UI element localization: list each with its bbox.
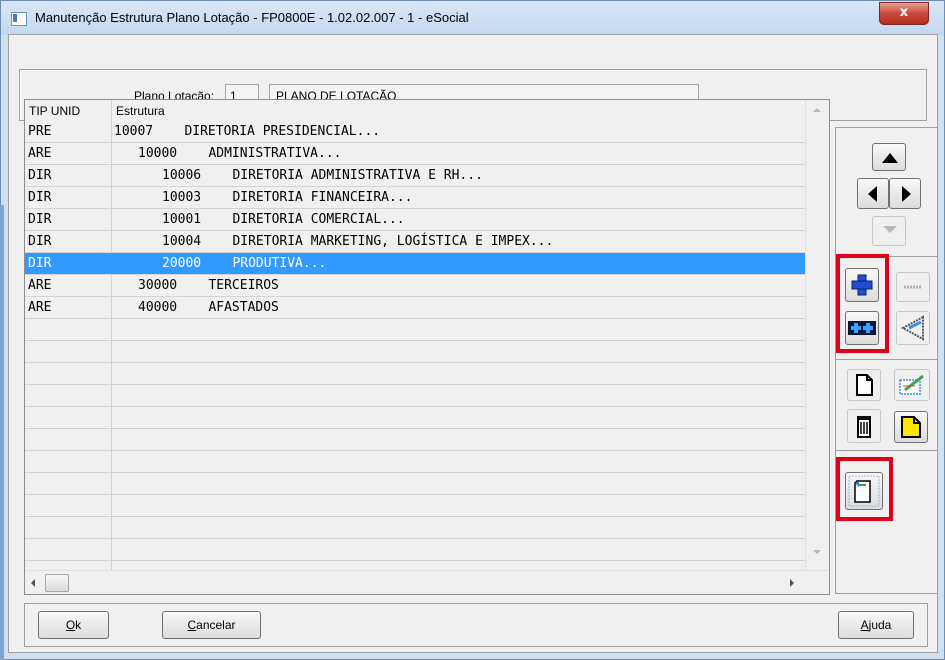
estrutura-cell: 10004 DIRETORIA MARKETING, LOGÍSTICA E I… — [162, 234, 554, 249]
table-row[interactable]: ARE 40000 AFASTADOS — [25, 297, 805, 319]
tip-unid-cell: ARE — [28, 146, 52, 161]
note-button[interactable] — [894, 411, 928, 443]
table-row[interactable]: DIR 10006 DIRETORIA ADMINISTRATIVA E RH..… — [25, 165, 805, 187]
arrow-right-icon — [902, 186, 911, 202]
estrutura-cell: 10000 ADMINISTRATIVA... — [138, 146, 342, 161]
close-icon: x — [899, 5, 909, 20]
scroll-up-icon[interactable] — [813, 108, 821, 112]
edit-document-icon — [899, 374, 924, 395]
vertical-scrollbar[interactable] — [805, 100, 829, 570]
move-left-button[interactable] — [857, 178, 889, 209]
arrow-left-icon — [868, 186, 877, 202]
move-right-button[interactable] — [889, 178, 921, 209]
cancel-accelerator: C — [187, 618, 197, 632]
estrutura-cell: 10006 DIRETORIA ADMINISTRATIVA E RH... — [162, 168, 483, 183]
table-row[interactable] — [25, 407, 805, 429]
toolbar-divider — [836, 359, 938, 360]
app-icon — [11, 12, 27, 26]
tip-unid-cell: DIR — [28, 190, 52, 205]
help-button[interactable]: Ajuda — [838, 611, 914, 639]
ok-label: k — [75, 618, 82, 632]
table-row[interactable] — [25, 363, 805, 385]
edit-triangle-button[interactable] — [896, 311, 930, 345]
tip-unid-cell: ARE — [28, 278, 52, 293]
table-row[interactable]: ARE 10000 ADMINISTRATIVA... — [25, 143, 805, 165]
new-document-icon — [856, 374, 873, 396]
table-row[interactable]: DIR 10003 DIRETORIA FINANCEIRA... — [25, 187, 805, 209]
window-edge — [0, 205, 4, 660]
table-row[interactable] — [25, 385, 805, 407]
arrow-down-icon — [883, 226, 897, 233]
table-row[interactable] — [25, 451, 805, 473]
tip-unid-cell: PRE — [28, 124, 52, 139]
estrutura-cell: 10003 DIRETORIA FINANCEIRA... — [162, 190, 413, 205]
toolbar-divider — [836, 450, 938, 451]
highlight-box-add — [836, 254, 889, 353]
pencil-triangle-icon — [900, 315, 924, 341]
delete-button[interactable] — [847, 409, 881, 443]
table-row[interactable]: PRE 10007 DIRETORIA PRESIDENCIAL... — [25, 121, 805, 143]
yellow-note-icon — [901, 416, 921, 438]
move-up-button[interactable] — [872, 143, 906, 171]
highlight-box-document — [836, 457, 893, 521]
table-row[interactable] — [25, 517, 805, 539]
column-header-estrutura[interactable]: Estrutura — [116, 104, 165, 118]
structure-grid[interactable]: TIP UNID Estrutura PRE 10007 DIRETORIA PR… — [24, 99, 830, 595]
ok-button[interactable]: Ok — [38, 611, 109, 639]
scroll-down-icon[interactable] — [813, 550, 821, 554]
table-row[interactable] — [25, 341, 805, 363]
dotted-line-icon — [904, 285, 922, 289]
title-bar[interactable]: Manutenção Estrutura Plano Lotação - FP0… — [1, 1, 944, 35]
tip-unid-cell: ARE — [28, 300, 52, 315]
ok-accelerator: O — [65, 618, 76, 632]
estrutura-cell: 10001 DIRETORIA COMERCIAL... — [162, 212, 405, 227]
new-document-button[interactable] — [847, 369, 881, 401]
estrutura-cell: 10007 DIRETORIA PRESIDENCIAL... — [114, 124, 381, 139]
table-row[interactable] — [25, 473, 805, 495]
estrutura-cell: 20000 PRODUTIVA... — [162, 256, 327, 271]
cancel-button[interactable]: Cancelar — [162, 611, 261, 639]
window-title: Manutenção Estrutura Plano Lotação - FP0… — [35, 10, 469, 25]
grid-header: TIP UNID Estrutura — [25, 100, 805, 121]
horizontal-scrollbar[interactable] — [25, 570, 829, 594]
estrutura-cell: 40000 AFASTADOS — [138, 300, 279, 315]
disabled-action-button[interactable] — [896, 272, 930, 302]
table-row[interactable] — [25, 495, 805, 517]
help-accelerator: A — [860, 618, 869, 632]
scroll-right-icon[interactable] — [790, 579, 794, 587]
table-row[interactable]: ARE 30000 TERCEIROS — [25, 275, 805, 297]
table-row[interactable] — [25, 319, 805, 341]
move-down-button[interactable] — [872, 216, 906, 246]
column-header-tip-unid[interactable]: TIP UNID — [29, 104, 80, 118]
close-button[interactable]: x — [879, 2, 929, 25]
button-bar — [24, 603, 928, 647]
table-row[interactable] — [25, 429, 805, 451]
tip-unid-cell: DIR — [28, 212, 52, 227]
scroll-thumb[interactable] — [45, 574, 69, 592]
estrutura-cell: 30000 TERCEIROS — [138, 278, 279, 293]
edit-document-button[interactable] — [894, 369, 930, 401]
cancel-label: ancelar — [196, 618, 236, 632]
table-row[interactable]: DIR 10001 DIRETORIA COMERCIAL... — [25, 209, 805, 231]
trash-icon — [857, 416, 871, 438]
grid-rows: PRE 10007 DIRETORIA PRESIDENCIAL... ARE 100… — [25, 121, 805, 594]
table-row[interactable]: DIR 10004 DIRETORIA MARKETING, LOGÍSTICA … — [25, 231, 805, 253]
tip-unid-cell: DIR — [28, 168, 52, 183]
scroll-left-icon[interactable] — [31, 579, 35, 587]
tip-unid-cell: DIR — [28, 256, 52, 271]
help-label: juda — [868, 618, 892, 632]
table-row[interactable] — [25, 539, 805, 561]
tip-unid-cell: DIR — [28, 234, 52, 249]
arrow-up-icon — [882, 153, 898, 163]
table-row[interactable]: DIR 20000 PRODUTIVA... — [25, 253, 805, 275]
